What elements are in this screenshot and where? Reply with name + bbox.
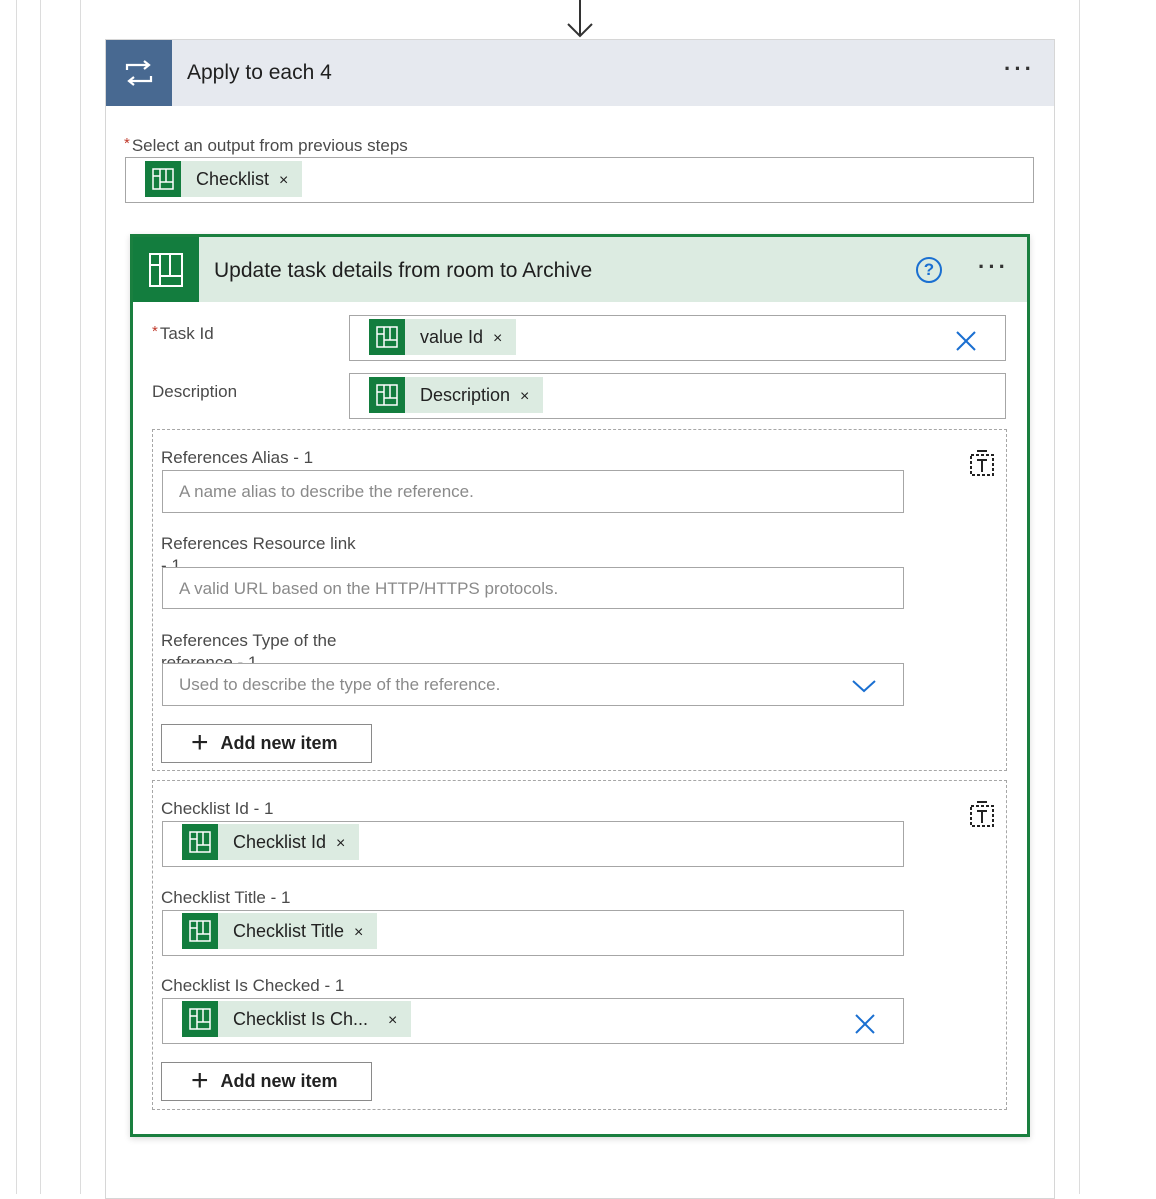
action-header[interactable]: Update task details from room to Archive… bbox=[133, 237, 1027, 302]
checklist-id-field[interactable]: Checklist Id × bbox=[162, 821, 904, 867]
remove-token-icon[interactable]: × bbox=[388, 1012, 397, 1030]
dynamic-content-token[interactable]: value Id × bbox=[369, 319, 517, 355]
checklist-title-label: Checklist Title - 1 bbox=[161, 888, 291, 907]
required-mark: * bbox=[152, 323, 158, 340]
dynamic-content-token[interactable]: Description × bbox=[369, 377, 544, 413]
select-output-label-text: Select an output from previous steps bbox=[131, 136, 408, 155]
canvas-guide-line bbox=[40, 0, 41, 1194]
add-button-label: Add new item bbox=[220, 1071, 338, 1091]
dynamic-content-token[interactable]: Checklist Title × bbox=[182, 913, 378, 949]
planner-icon bbox=[369, 319, 405, 355]
placeholder-text: Used to describe the type of the referen… bbox=[179, 675, 501, 694]
references-resource-label: References Resource link - 1 bbox=[161, 534, 356, 567]
token-label: value Id bbox=[420, 326, 484, 347]
references-alias-label: References Alias - 1 bbox=[161, 448, 314, 467]
checklist-id-label: Checklist Id - 1 bbox=[161, 799, 274, 818]
token-label: Checklist Id bbox=[233, 831, 327, 852]
description-field[interactable]: Description × bbox=[349, 373, 1006, 419]
placeholder-text: A valid URL based on the HTTP/HTTPS prot… bbox=[179, 579, 559, 598]
delete-item-icon[interactable] bbox=[969, 449, 995, 477]
task-id-field[interactable]: value Id × bbox=[349, 315, 1006, 361]
checklist-is-checked-label: Checklist Is Checked - 1 bbox=[161, 976, 345, 995]
checklist-title-field[interactable]: Checklist Title × bbox=[162, 910, 904, 956]
task-id-label-text: Task Id bbox=[159, 324, 214, 343]
loop-icon bbox=[106, 40, 172, 106]
remove-token-icon[interactable]: × bbox=[279, 172, 288, 190]
dynamic-content-token[interactable]: Checklist Is Ch... × bbox=[182, 1001, 412, 1037]
remove-token-icon[interactable]: × bbox=[493, 330, 502, 348]
planner-icon bbox=[133, 237, 199, 302]
dynamic-content-token[interactable]: Checklist × bbox=[145, 161, 303, 197]
checklist-is-checked-field[interactable]: Checklist Is Ch... × bbox=[162, 998, 904, 1044]
help-circle-icon[interactable]: ? bbox=[916, 257, 942, 283]
task-id-label: * Task Id bbox=[152, 323, 214, 344]
remove-token-icon[interactable]: × bbox=[520, 388, 529, 406]
dynamic-content-token[interactable]: Checklist Id × bbox=[182, 824, 360, 860]
close-icon[interactable] bbox=[955, 330, 977, 352]
action-title: Update task details from room to Archive bbox=[214, 259, 593, 282]
select-output-field[interactable]: Checklist × bbox=[125, 157, 1034, 203]
add-button-label: Add new item bbox=[220, 733, 338, 753]
canvas-guide-line bbox=[80, 0, 81, 1194]
arrow-down-icon bbox=[567, 0, 593, 38]
more-options-icon[interactable]: ··· bbox=[978, 254, 1009, 280]
references-resource-input[interactable]: A valid URL based on the HTTP/HTTPS prot… bbox=[162, 567, 904, 609]
planner-icon bbox=[182, 824, 218, 860]
planner-icon bbox=[369, 377, 405, 413]
remove-token-icon[interactable]: × bbox=[336, 835, 345, 853]
close-icon[interactable] bbox=[854, 1013, 876, 1035]
description-label: Description bbox=[152, 382, 238, 401]
apply-to-each-title: Apply to each 4 bbox=[187, 61, 332, 84]
required-mark: * bbox=[124, 135, 130, 152]
add-reference-button[interactable]: + Add new item bbox=[161, 724, 372, 763]
references-type-label: References Type of the reference - 1 bbox=[161, 631, 337, 664]
apply-to-each-header[interactable]: Apply to each 4 ··· bbox=[106, 40, 1054, 106]
planner-icon bbox=[182, 1001, 218, 1037]
plus-icon: + bbox=[191, 1063, 209, 1097]
add-checklist-item-button[interactable]: + Add new item bbox=[161, 1062, 372, 1101]
canvas-guide-line bbox=[16, 0, 17, 1194]
references-type-dropdown[interactable]: Used to describe the type of the referen… bbox=[162, 663, 904, 706]
planner-icon bbox=[182, 913, 218, 949]
references-alias-input[interactable]: A name alias to describe the reference. bbox=[162, 470, 904, 513]
delete-item-icon[interactable] bbox=[969, 800, 995, 828]
more-options-icon[interactable]: ··· bbox=[1004, 56, 1035, 82]
chevron-down-icon[interactable] bbox=[851, 678, 877, 694]
placeholder-text: A name alias to describe the reference. bbox=[179, 482, 474, 501]
remove-token-icon[interactable]: × bbox=[354, 924, 363, 942]
select-output-label: * Select an output from previous steps bbox=[124, 135, 408, 156]
token-label: Checklist Is Ch... bbox=[233, 1008, 369, 1029]
token-label: Checklist bbox=[196, 168, 270, 189]
token-label: Checklist Title bbox=[233, 920, 345, 941]
plus-icon: + bbox=[191, 725, 209, 759]
token-label: Description bbox=[420, 384, 511, 405]
planner-icon bbox=[145, 161, 181, 197]
canvas-guide-line bbox=[1079, 0, 1080, 1194]
